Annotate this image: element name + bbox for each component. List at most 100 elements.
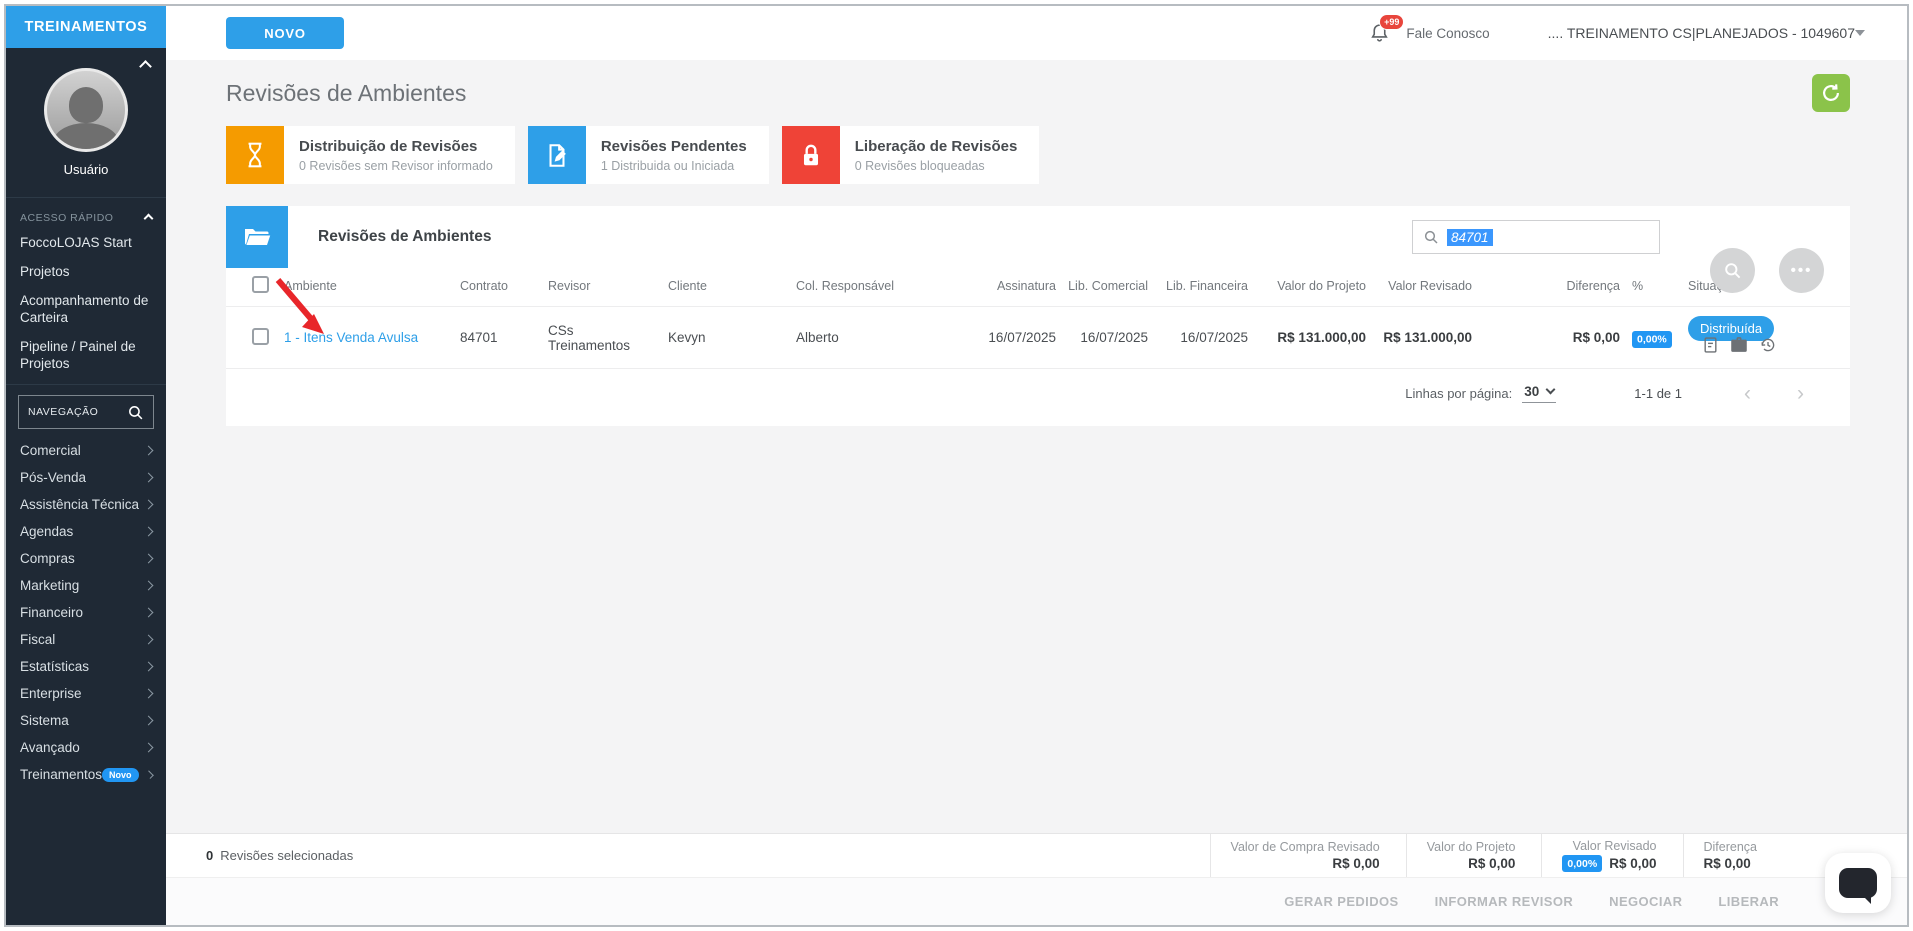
search-value-selected: 84701: [1447, 228, 1493, 246]
chevron-right-icon: [143, 634, 154, 645]
sidebar-item-agendas[interactable]: Agendas: [6, 518, 166, 545]
liberar-button[interactable]: LIBERAR: [1718, 894, 1779, 909]
brand-logo[interactable]: TREINAMENTOS: [6, 6, 166, 48]
rows-per-page-select[interactable]: 30: [1522, 384, 1557, 403]
more-options-button[interactable]: •••: [1779, 248, 1824, 293]
action-bar: GERAR PEDIDOS INFORMAR REVISOR NEGOCIAR …: [166, 877, 1907, 925]
ambiente-link[interactable]: 1 - Itens Venda Avulsa: [284, 330, 418, 345]
divider: [6, 384, 166, 385]
selected-label: Revisões selecionadas: [220, 848, 354, 863]
chevron-right-icon: [143, 661, 154, 672]
table-search-input[interactable]: 84701: [1412, 220, 1660, 254]
chevron-right-icon: [143, 499, 154, 510]
col-assinatura[interactable]: Assinatura: [958, 266, 1062, 307]
refresh-button[interactable]: [1812, 74, 1850, 112]
card-title: Liberação de Revisões: [854, 137, 1018, 155]
chat-launcher-button[interactable]: [1825, 853, 1891, 913]
fale-conosco-link[interactable]: Fale Conosco: [1406, 26, 1489, 41]
panel-title: Revisões de Ambientes: [318, 228, 492, 245]
refresh-icon: [1823, 84, 1839, 101]
card-revisoes-pendentes[interactable]: Revisões Pendentes 1 Distribuida ou Inic…: [527, 126, 769, 184]
sidebar-item-pos-venda[interactable]: Pós-Venda: [6, 464, 166, 491]
page-title: Revisões de Ambientes: [226, 80, 467, 106]
sidebar-item-assistencia-tecnica[interactable]: Assistência Técnica: [6, 491, 166, 518]
nav-search-box[interactable]: [18, 395, 154, 429]
sidebar-item-sistema[interactable]: Sistema: [6, 707, 166, 734]
informar-revisor-button[interactable]: INFORMAR REVISOR: [1435, 894, 1574, 909]
table-row: 1 - Itens Venda Avulsa 84701 CSs Treinam…: [226, 306, 1850, 369]
sidebar-item-comercial[interactable]: Comercial: [6, 437, 166, 464]
sidebar-item-foccolojas-start[interactable]: FoccoLOJAS Start: [6, 228, 166, 257]
select-all-checkbox[interactable]: [252, 276, 269, 293]
chevron-right-icon: [143, 688, 154, 699]
col-contrato[interactable]: Contrato: [454, 266, 542, 307]
sidebar: TREINAMENTOS Usuário ACESSO RÁPIDO Focco…: [6, 6, 166, 925]
col-valor-revisado[interactable]: Valor Revisado: [1372, 266, 1478, 307]
sidebar-item-acompanhamento-carteira[interactable]: Acompanhamento de Carteira: [6, 286, 166, 332]
col-valor-projeto[interactable]: Valor do Projeto: [1254, 266, 1372, 307]
avatar[interactable]: [44, 68, 128, 152]
card-subtitle: 1 Distribuida ou Iniciada: [600, 158, 735, 173]
cell-contrato: 84701: [454, 306, 542, 369]
gerar-pedidos-button[interactable]: GERAR PEDIDOS: [1284, 894, 1398, 909]
next-page-button[interactable]: ›: [1797, 383, 1804, 404]
sidebar-item-avancado[interactable]: Avançado: [6, 734, 166, 761]
sidebar-item-treinamentos[interactable]: Treinamentos Novo: [6, 761, 166, 788]
prev-page-button[interactable]: ‹: [1744, 383, 1751, 404]
briefcase-icon[interactable]: [1730, 336, 1748, 354]
sidebar-item-pipeline-projetos[interactable]: Pipeline / Painel de Projetos: [6, 332, 166, 378]
collapse-quick-access-icon[interactable]: [143, 213, 154, 223]
notifications-button[interactable]: +99: [1369, 14, 1405, 44]
sidebar-item-compras[interactable]: Compras: [6, 545, 166, 572]
notes-icon[interactable]: [1702, 336, 1719, 354]
chevron-right-icon: [143, 472, 154, 483]
card-subtitle: 0 Revisões bloqueadas: [854, 158, 985, 173]
chevron-right-icon: [143, 553, 154, 564]
chevron-down-icon[interactable]: [1855, 30, 1865, 36]
hourglass-icon: [248, 142, 262, 168]
advanced-search-button[interactable]: [1710, 248, 1755, 293]
sidebar-item-marketing[interactable]: Marketing: [6, 572, 166, 599]
col-pct[interactable]: %: [1626, 266, 1682, 307]
sidebar-item-estatisticas[interactable]: Estatísticas: [6, 653, 166, 680]
nav-search-input[interactable]: [28, 406, 127, 418]
col-ambiente[interactable]: Ambiente: [278, 266, 454, 307]
app-window: TREINAMENTOS Usuário ACESSO RÁPIDO Focco…: [4, 4, 1909, 927]
negociar-button[interactable]: NEGOCIAR: [1609, 894, 1682, 909]
total-pct-badge: 0,00%: [1562, 855, 1603, 872]
col-diferenca[interactable]: Diferença: [1478, 266, 1626, 307]
profile-section: Usuário: [6, 48, 166, 191]
collapse-profile-icon[interactable]: [139, 60, 152, 73]
card-distribuicao-revisoes[interactable]: Distribuição de Revisões 0 Revisões sem …: [226, 126, 515, 184]
card-liberacao-revisoes[interactable]: Liberação de Revisões 0 Revisões bloquea…: [781, 126, 1040, 184]
chevron-down-icon: [1545, 384, 1556, 395]
chevron-right-icon: [143, 607, 154, 618]
cell-col-responsavel: Alberto: [790, 306, 958, 369]
sidebar-item-fiscal[interactable]: Fiscal: [6, 626, 166, 653]
cell-diferenca: R$ 0,00: [1478, 306, 1626, 369]
totals-bar: 0 Revisões selecionadas Valor de Compra …: [166, 833, 1907, 877]
search-icon: [1424, 230, 1438, 244]
row-checkbox[interactable]: [252, 327, 269, 345]
total-valor-revisado: Valor Revisado 0,00% R$ 0,00: [1541, 834, 1682, 877]
selected-count: 0: [206, 848, 214, 863]
topbar: NOVO +99 Fale Conosco .... TREINAMENTO C…: [166, 6, 1907, 60]
search-icon: [129, 405, 143, 419]
col-lib-financeira[interactable]: Lib. Financeira: [1154, 266, 1254, 307]
cell-cliente: Kevyn: [662, 306, 790, 369]
total-valor-compra-revisado: Valor de Compra Revisado R$ 0,00: [1209, 834, 1406, 877]
history-icon[interactable]: [1759, 336, 1777, 354]
col-revisor[interactable]: Revisor: [542, 266, 662, 307]
col-lib-comercial[interactable]: Lib. Comercial: [1062, 266, 1154, 307]
folder-tab[interactable]: [226, 206, 288, 268]
chevron-right-icon: [143, 580, 154, 591]
sidebar-item-financeiro[interactable]: Financeiro: [6, 599, 166, 626]
sidebar-item-projetos[interactable]: Projetos: [6, 257, 166, 286]
sidebar-item-enterprise[interactable]: Enterprise: [6, 680, 166, 707]
company-selector[interactable]: .... TREINAMENTO CS|PLANEJADOS - 1049607: [1548, 25, 1855, 41]
chevron-right-icon: [143, 715, 154, 726]
novo-button[interactable]: NOVO: [226, 17, 344, 49]
col-cliente[interactable]: Cliente: [662, 266, 790, 307]
chat-bubble-icon: [1839, 868, 1877, 904]
col-col-responsavel[interactable]: Col. Responsável: [790, 266, 958, 307]
